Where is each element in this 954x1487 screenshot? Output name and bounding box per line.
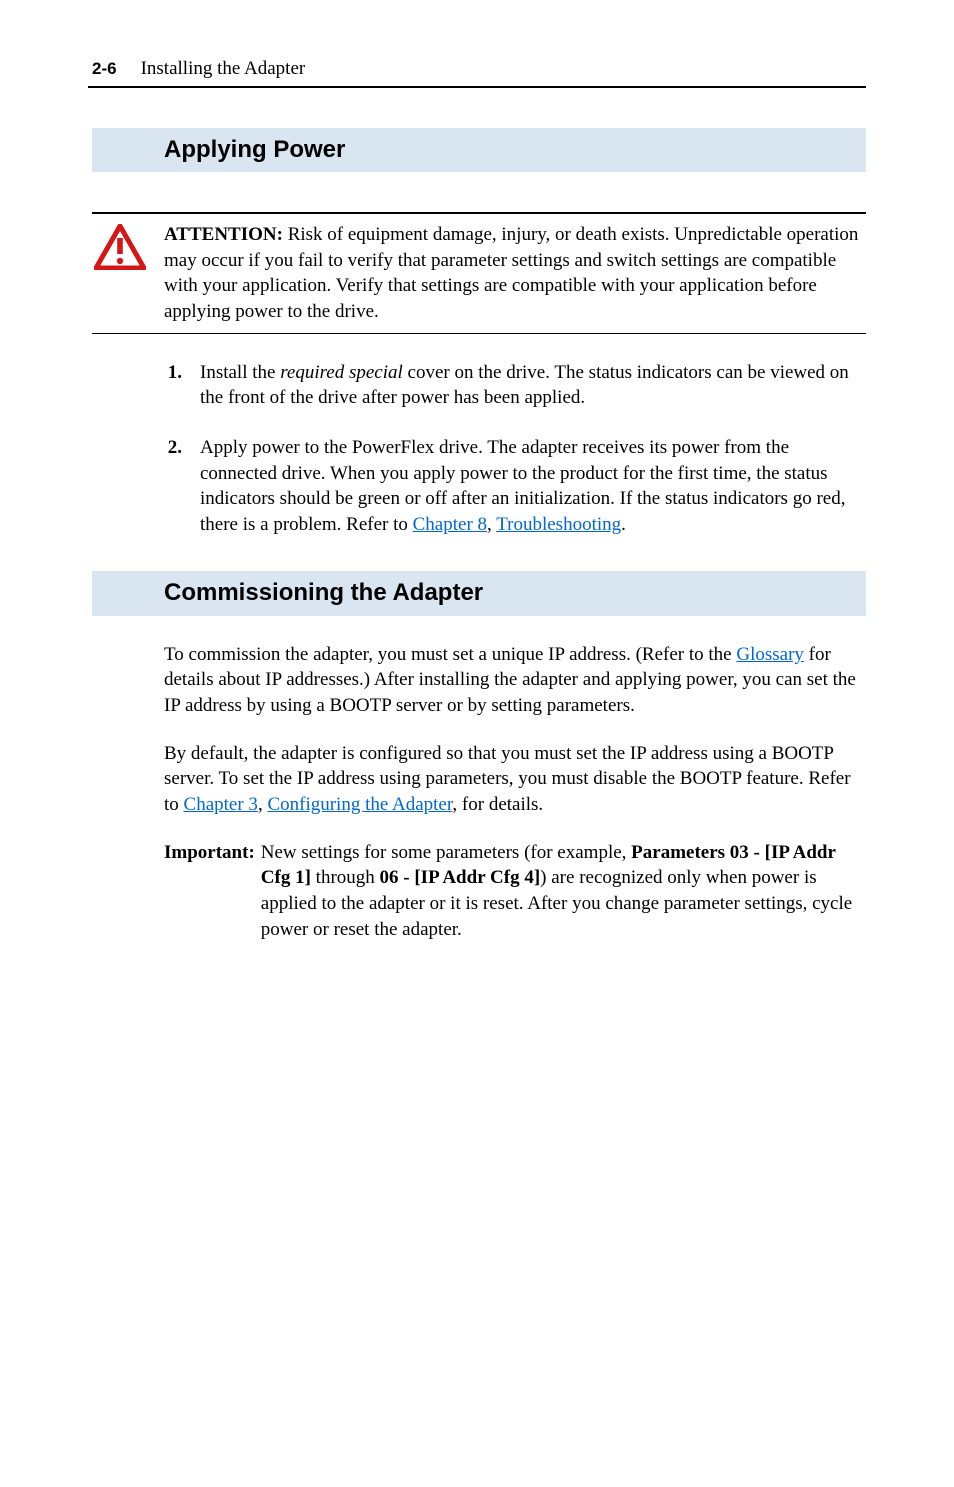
step-body: Install the required special cover on th… [200, 360, 866, 411]
list-item: 2. Apply power to the PowerFlex drive. T… [164, 435, 866, 538]
important-label: Important: [164, 840, 255, 943]
section-heading: Commissioning the Adapter [164, 577, 866, 609]
important-body: New settings for some parameters (for ex… [261, 840, 866, 943]
page-number: 2-6 [92, 58, 117, 81]
warning-icon [94, 224, 146, 325]
header-rule [88, 86, 866, 88]
chapter-link[interactable]: Chapter 3 [184, 794, 258, 815]
attention-block: ATTENTION: Risk of equipment damage, inj… [92, 212, 866, 334]
step-number: 2. [164, 435, 182, 538]
glossary-link[interactable]: Glossary [736, 644, 804, 665]
attention-text: ATTENTION: Risk of equipment damage, inj… [164, 222, 866, 325]
important-note: Important: New settings for some paramet… [164, 840, 866, 943]
attention-label: ATTENTION: [164, 224, 283, 245]
list-item: 1. Install the required special cover on… [164, 360, 866, 411]
section-heading-band: Applying Power [92, 128, 866, 172]
section-body: To commission the adapter, you must set … [164, 642, 866, 942]
page-header: 2-6 Installing the Adapter [88, 56, 866, 82]
paragraph: To commission the adapter, you must set … [164, 642, 866, 719]
steps-list: 1. Install the required special cover on… [164, 360, 866, 538]
emphasis: required special [280, 362, 403, 383]
section-heading: Applying Power [164, 134, 866, 166]
troubleshooting-link[interactable]: Troubleshooting [496, 514, 621, 535]
step-number: 1. [164, 360, 182, 411]
section-heading-band: Commissioning the Adapter [92, 571, 866, 615]
parameter-name: 06 - [IP Addr Cfg 4] [380, 867, 541, 888]
chapter-link[interactable]: Chapter 8 [413, 514, 487, 535]
step-body: Apply power to the PowerFlex drive. The … [200, 435, 866, 538]
configuring-link[interactable]: Configuring the Adapter [267, 794, 452, 815]
page-title: Installing the Adapter [141, 56, 306, 82]
paragraph: By default, the adapter is configured so… [164, 741, 866, 818]
